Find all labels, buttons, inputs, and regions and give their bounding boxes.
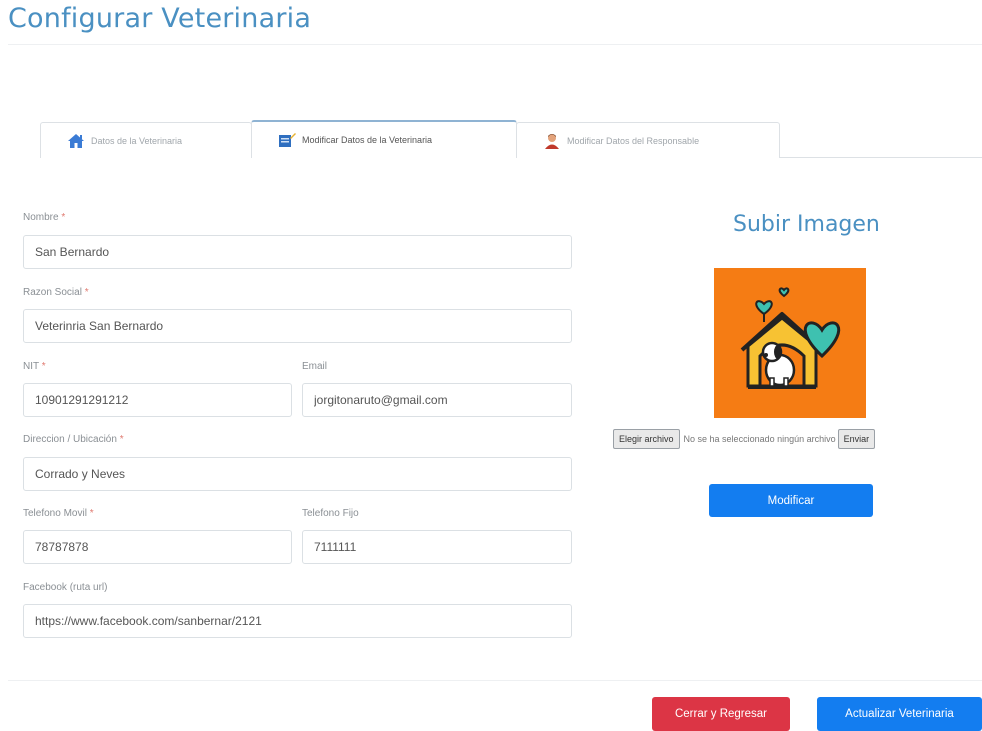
choose-file-button[interactable]: Elegir archivo bbox=[613, 429, 680, 449]
direccion-label-text: Direccion / Ubicación bbox=[23, 434, 117, 445]
file-status-text: No se ha seleccionado ningún archivo bbox=[683, 434, 836, 444]
file-upload-row: Elegir archivo No se ha seleccionado nin… bbox=[613, 428, 876, 450]
tab-label: Modificar Datos del Responsable bbox=[567, 135, 700, 146]
tab-label: Datos de la Veterinaria bbox=[91, 135, 183, 146]
tab-modificar-veterinaria[interactable]: Modificar Datos de la Veterinaria bbox=[251, 120, 517, 158]
close-return-button[interactable]: Cerrar y Regresar bbox=[652, 697, 790, 731]
tab-modificar-responsable[interactable]: Modificar Datos del Responsable bbox=[516, 122, 780, 158]
nit-label: NIT * bbox=[23, 361, 46, 372]
upload-title: Subir Imagen bbox=[733, 212, 880, 237]
house-icon bbox=[67, 133, 85, 149]
email-input[interactable] bbox=[302, 383, 572, 417]
person-icon bbox=[543, 133, 561, 149]
email-label-text: Email bbox=[302, 361, 328, 372]
razon-social-label-text: Razon Social bbox=[23, 287, 82, 298]
telefono-fijo-input[interactable] bbox=[302, 530, 572, 564]
nit-input[interactable] bbox=[23, 383, 292, 417]
telefono-movil-label-text: Telefono Movil bbox=[23, 508, 87, 519]
nombre-input[interactable] bbox=[23, 235, 572, 269]
required-mark: * bbox=[84, 287, 89, 298]
razon-social-input[interactable] bbox=[23, 309, 572, 343]
tab-bar: Datos de la Veterinaria Modificar Datos … bbox=[40, 120, 982, 158]
tab-datos-veterinaria[interactable]: Datos de la Veterinaria bbox=[40, 122, 252, 158]
telefono-fijo-label-text: Telefono Fijo bbox=[302, 508, 359, 519]
required-mark: * bbox=[119, 434, 124, 445]
telefono-movil-input[interactable] bbox=[23, 530, 292, 564]
send-file-button[interactable]: Enviar bbox=[837, 429, 876, 449]
facebook-label: Facebook (ruta url) bbox=[23, 582, 107, 593]
facebook-input[interactable] bbox=[23, 604, 572, 638]
razon-social-label: Razon Social * bbox=[23, 287, 89, 298]
edit-document-icon bbox=[278, 132, 296, 148]
update-veterinary-button[interactable]: Actualizar Veterinaria bbox=[817, 697, 982, 731]
direccion-input[interactable] bbox=[23, 457, 572, 491]
title-divider bbox=[8, 44, 982, 45]
direccion-label: Direccion / Ubicación * bbox=[23, 434, 124, 445]
nombre-label: Nombre * bbox=[23, 212, 65, 223]
required-mark: * bbox=[61, 212, 66, 223]
nombre-label-text: Nombre bbox=[23, 212, 59, 223]
veterinary-logo-image bbox=[714, 268, 866, 418]
telefono-movil-label: Telefono Movil * bbox=[23, 508, 94, 519]
telefono-fijo-label: Telefono Fijo bbox=[302, 508, 359, 519]
page-title: Configurar Veterinaria bbox=[8, 3, 312, 34]
nit-label-text: NIT bbox=[23, 361, 39, 372]
required-mark: * bbox=[89, 508, 94, 519]
facebook-label-text: Facebook (ruta url) bbox=[23, 582, 108, 593]
required-mark: * bbox=[41, 361, 46, 372]
email-label: Email bbox=[302, 361, 327, 372]
modify-image-button[interactable]: Modificar bbox=[709, 484, 873, 517]
tab-label: Modificar Datos de la Veterinaria bbox=[302, 135, 433, 145]
footer-divider bbox=[8, 680, 982, 681]
